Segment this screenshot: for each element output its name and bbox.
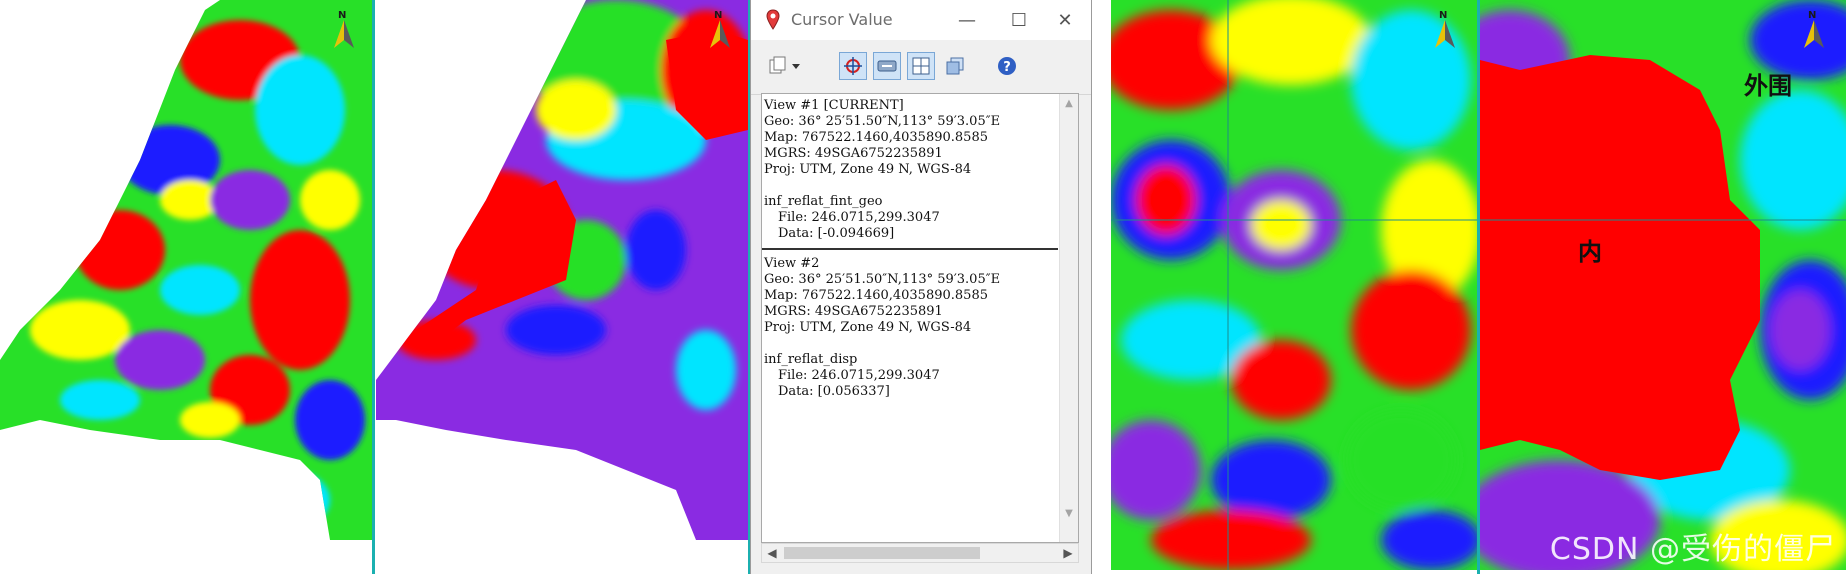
close-button[interactable]: ✕ [1047,6,1083,34]
grid-icon[interactable] [907,52,935,80]
scroll-down-icon[interactable]: ▼ [1060,504,1078,522]
zoom-view-right[interactable]: N 外围 内 [1480,0,1846,570]
view1-file: File: 246.0715,299.3047 [778,210,940,225]
view1-mgrs: MGRS: 49SGA6752235891 [764,146,943,161]
toolbar: ? [751,40,1091,95]
link-views-icon[interactable] [873,52,901,80]
zoom-view-left[interactable]: N [1111,0,1477,570]
interferogram-view-1[interactable]: N [0,0,372,574]
view-separator [372,0,375,574]
view2-map: Map: 767522.1460,4035890.8585 [764,288,988,303]
view2-data: Data: [0.056337] [778,384,890,399]
zoomed-interferogram-image [1111,0,1477,570]
copy-dropdown-icon[interactable] [765,52,805,80]
scroll-left-icon[interactable]: ◀ [764,545,780,561]
scroll-up-icon[interactable]: ▲ [1060,94,1078,112]
view1-layer-name: inf_reflat_fint_geo [764,194,883,209]
view2-header: View #2 [764,256,820,271]
displacement-image [376,0,748,540]
view2-layer-name: inf_reflat_disp [764,352,858,367]
cursor-value-window[interactable]: Cursor Value — ☐ ✕ ? View #1 [CURRENT] G… [750,0,1092,574]
label-inner: 内 [1578,238,1602,266]
north-arrow-icon: N [1431,10,1459,50]
north-label: N [338,10,347,21]
scroll-thumb[interactable] [784,547,980,559]
stack-icon[interactable] [941,52,969,80]
view2-geo: Geo: 36° 25′51.50″N,113° 59′3.05″E [764,272,1001,287]
north-label: N [1808,10,1817,21]
view1-header: View #1 [CURRENT] [764,98,904,113]
north-arrow-icon: N [1800,10,1828,50]
view2-mgrs: MGRS: 49SGA6752235891 [764,304,943,319]
label-outer: 外围 [1744,72,1792,100]
view1-geo: Geo: 36° 25′51.50″N,113° 59′3.05″E [764,114,1001,129]
view1-proj: Proj: UTM, Zone 49 N, WGS-84 [764,162,972,177]
section-divider [762,248,1058,250]
location-pin-icon [766,9,780,30]
horizontal-scrollbar[interactable]: ◀ ▶ [761,543,1079,563]
minimize-button[interactable]: — [949,6,985,34]
watermark: CSDN @受伤的僵尸 [1549,532,1836,567]
north-arrow-icon: N [706,10,734,50]
title-bar[interactable]: Cursor Value — ☐ ✕ [751,0,1091,40]
view1-data: Data: [-0.094669] [778,226,895,241]
vertical-scrollbar[interactable]: ▲ ▼ [1059,94,1078,542]
interferogram-image [0,0,372,540]
window-title: Cursor Value [791,10,893,29]
maximize-button[interactable]: ☐ [1001,6,1037,34]
view2-file: File: 246.0715,299.3047 [778,368,940,383]
displacement-view-2[interactable]: N [376,0,748,574]
scroll-right-icon[interactable]: ▶ [1060,545,1076,561]
north-label: N [1439,10,1448,21]
cursor-value-text-area[interactable]: View #1 [CURRENT] Geo: 36° 25′51.50″N,11… [761,93,1079,543]
view2-proj: Proj: UTM, Zone 49 N, WGS-84 [764,320,972,335]
svg-text:?: ? [1003,60,1011,75]
crosshair-icon[interactable] [839,52,867,80]
help-icon[interactable]: ? [993,52,1021,80]
north-arrow-icon: N [330,10,358,50]
view1-map: Map: 767522.1460,4035890.8585 [764,130,988,145]
north-label: N [714,10,723,21]
